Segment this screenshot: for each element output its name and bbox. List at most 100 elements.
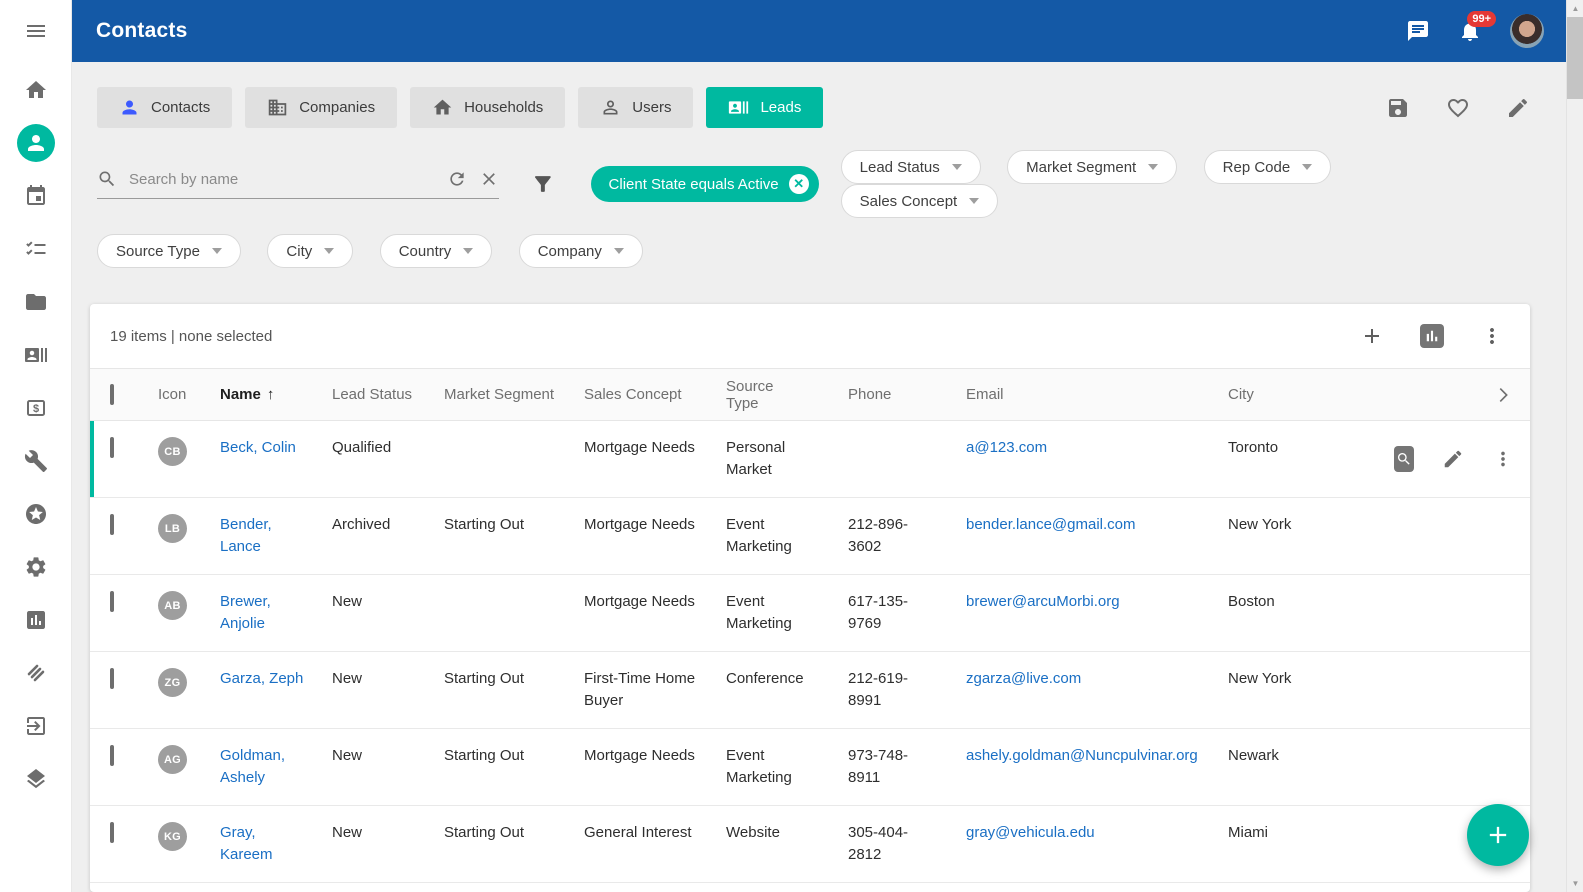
table-row[interactable]: LB Bender, Lance Archived Starting Out M… [90, 498, 1530, 575]
row-checkbox[interactable] [110, 822, 114, 843]
tab-contacts[interactable]: Contacts [97, 87, 232, 128]
remove-filter-icon[interactable]: ✕ [789, 174, 809, 194]
table-row[interactable]: CB Beck, Colin Qualified Mortgage Needs … [90, 421, 1530, 498]
tab-users[interactable]: Users [578, 87, 693, 128]
clear-search-icon[interactable] [479, 169, 499, 189]
email-link[interactable]: gray@vehicula.edu [966, 824, 1095, 841]
cell-city: Miami [1228, 822, 1394, 844]
exit-icon[interactable] [24, 714, 48, 738]
chevron-down-icon [614, 248, 624, 254]
settings-icon[interactable] [24, 555, 48, 579]
refresh-icon[interactable] [447, 169, 467, 189]
chat-icon[interactable] [1406, 19, 1430, 43]
scroll-columns-right-icon[interactable] [1490, 383, 1514, 407]
person-outline-icon [600, 97, 621, 118]
chevron-down-icon [212, 248, 222, 254]
billing-icon[interactable]: $ [24, 396, 48, 420]
table-row[interactable]: XG Gross, Qualifying Pre-Retirement Reti… [90, 883, 1530, 892]
add-column-icon[interactable] [1360, 324, 1384, 348]
contact-name-link[interactable]: Goldman, Ashely [220, 747, 285, 786]
email-link[interactable]: a@123.com [966, 439, 1047, 456]
applied-filter-chip[interactable]: Client State equals Active ✕ [591, 166, 819, 202]
column-header-market-segment[interactable]: Market Segment [444, 386, 584, 403]
tools-icon[interactable] [24, 449, 48, 473]
contact-name-link[interactable]: Bender, Lance [220, 516, 272, 555]
cell-market-segment: Starting Out [444, 514, 584, 536]
row-edit-icon[interactable] [1442, 448, 1464, 470]
layers-icon[interactable] [24, 767, 48, 791]
tab-households[interactable]: Households [410, 87, 565, 128]
email-link[interactable]: zgarza@live.com [966, 670, 1081, 687]
cell-sales-concept: First-Time Home Buyer [584, 668, 726, 712]
column-header-name[interactable]: Name ↑ [220, 386, 332, 403]
column-header-source-type[interactable]: Source Type [726, 378, 848, 412]
filter-icon[interactable] [531, 172, 555, 196]
row-checkbox[interactable] [110, 745, 114, 766]
chevron-down-icon [952, 164, 962, 170]
filter-chip-market-segment[interactable]: Market Segment [1007, 150, 1177, 184]
cell-market-segment: Starting Out [444, 822, 584, 844]
contact-name-link[interactable]: Beck, Colin [220, 439, 296, 456]
table-row[interactable]: ZG Garza, Zeph New Starting Out First-Ti… [90, 652, 1530, 729]
email-link[interactable]: ashely.goldman@Nuncpulvinar.org [966, 747, 1198, 764]
save-icon[interactable] [1386, 96, 1410, 120]
favorites-icon[interactable] [24, 502, 48, 526]
filter-chip-sales-concept[interactable]: Sales Concept [841, 184, 999, 218]
calendar-icon[interactable] [24, 184, 48, 208]
home-icon[interactable] [24, 78, 48, 102]
scroll-down-icon[interactable]: ▼ [1567, 875, 1583, 892]
table-row[interactable]: KG Gray, Kareem New Starting Out General… [90, 806, 1530, 883]
contact-name-link[interactable]: Brewer, Anjolie [220, 593, 271, 632]
row-checkbox[interactable] [110, 514, 114, 535]
hamburger-menu-button[interactable] [0, 0, 71, 62]
contacts-icon[interactable] [17, 124, 55, 162]
column-header-email[interactable]: Email [966, 386, 1228, 403]
search-field[interactable] [97, 169, 499, 199]
search-input[interactable] [129, 171, 435, 188]
cell-sales-concept: Mortgage Needs [584, 437, 726, 459]
chart-view-icon[interactable] [1420, 324, 1444, 348]
tasks-icon[interactable] [24, 237, 48, 261]
filter-chip-source-type[interactable]: Source Type [97, 234, 241, 268]
email-link[interactable]: brewer@arcuMorbi.org [966, 593, 1120, 610]
contact-name-link[interactable]: Garza, Zeph [220, 670, 303, 687]
email-link[interactable]: bender.lance@gmail.com [966, 516, 1135, 533]
edit-icon[interactable] [1506, 96, 1530, 120]
column-header-lead-status[interactable]: Lead Status [332, 386, 444, 403]
leads-icon[interactable] [24, 343, 48, 367]
home-icon [432, 97, 453, 118]
more-options-icon[interactable] [1480, 324, 1504, 348]
cell-source-type: Event Marketing [726, 514, 848, 558]
select-all-checkbox[interactable] [110, 384, 114, 405]
table-row[interactable]: AG Goldman, Ashely New Starting Out Mort… [90, 729, 1530, 806]
filter-chip-lead-status[interactable]: Lead Status [841, 150, 981, 184]
contact-name-link[interactable]: Gray, Kareem [220, 824, 273, 863]
preview-icon[interactable] [1394, 446, 1414, 472]
scroll-up-icon[interactable]: ▲ [1567, 0, 1583, 17]
vertical-scrollbar[interactable]: ▲ ▼ [1566, 0, 1583, 892]
tab-label: Companies [299, 99, 375, 116]
filter-chip-country[interactable]: Country [380, 234, 493, 268]
folder-icon[interactable] [24, 290, 48, 314]
filter-chip-city[interactable]: City [267, 234, 353, 268]
notifications-icon[interactable]: 99+ [1458, 19, 1482, 43]
reports-icon[interactable] [24, 608, 48, 632]
column-header-sales-concept[interactable]: Sales Concept [584, 386, 726, 403]
tab-leads[interactable]: Leads [706, 87, 823, 128]
table-row[interactable]: AB Brewer, Anjolie New Mortgage Needs Ev… [90, 575, 1530, 652]
row-more-icon[interactable] [1492, 448, 1514, 470]
cell-city: Toronto [1228, 437, 1394, 459]
filter-chip-rep-code[interactable]: Rep Code [1204, 150, 1332, 184]
row-checkbox[interactable] [110, 437, 114, 458]
row-checkbox[interactable] [110, 591, 114, 612]
column-header-phone[interactable]: Phone [848, 386, 966, 403]
scrollbar-thumb[interactable] [1567, 17, 1583, 99]
tab-companies[interactable]: Companies [245, 87, 397, 128]
column-header-city[interactable]: City [1228, 386, 1490, 403]
filter-chip-company[interactable]: Company [519, 234, 643, 268]
row-checkbox[interactable] [110, 668, 114, 689]
favorite-icon[interactable] [1446, 96, 1470, 120]
partners-icon[interactable] [24, 661, 48, 685]
add-record-fab[interactable] [1467, 804, 1529, 866]
user-avatar[interactable] [1510, 14, 1544, 48]
